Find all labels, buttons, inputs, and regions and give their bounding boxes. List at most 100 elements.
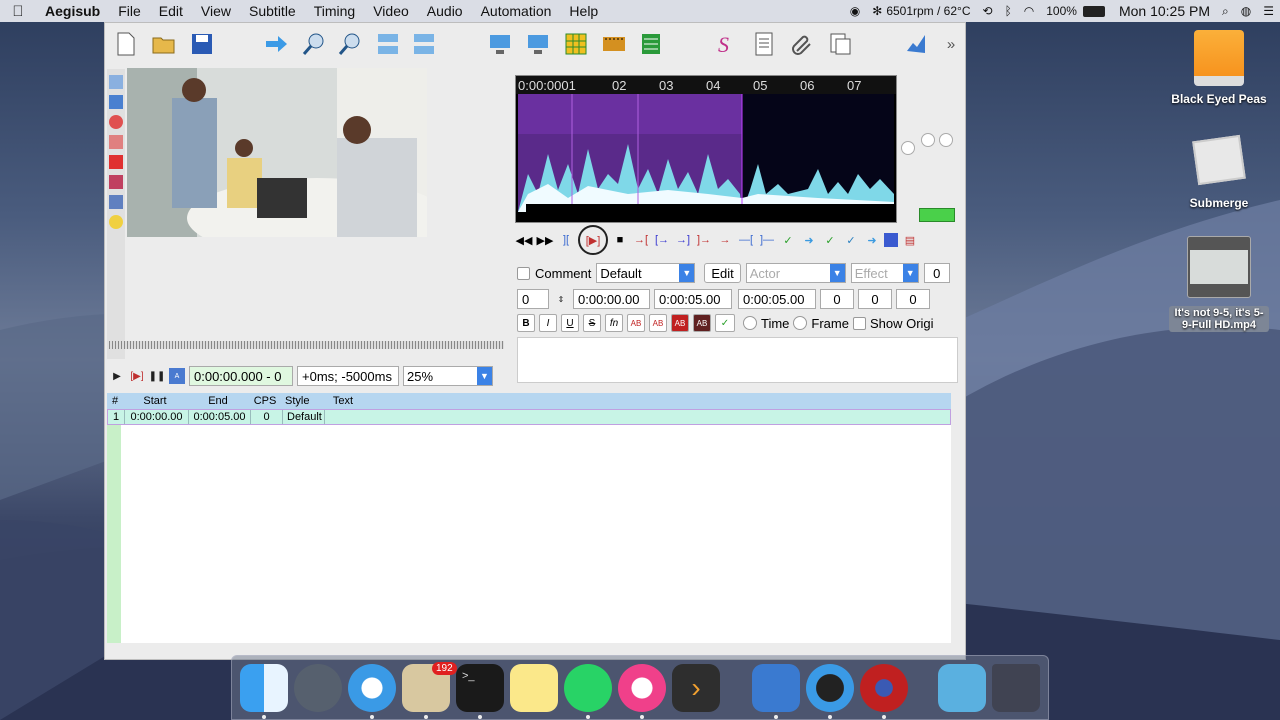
auto-next-icon[interactable]: ✓ — [842, 231, 860, 249]
actor-select[interactable]: Actor ▼ — [745, 263, 846, 283]
audio-link-toggle[interactable] — [919, 208, 955, 222]
toolbar-overflow-icon[interactable]: » — [941, 29, 961, 59]
battery-percent[interactable]: 100% — [1040, 4, 1083, 18]
siri-icon[interactable]: ◍ — [1235, 4, 1257, 18]
jump-to-icon[interactable] — [261, 29, 291, 59]
timing-icon[interactable] — [637, 29, 667, 59]
bold-button[interactable]: B — [517, 314, 535, 332]
menu-file[interactable]: File — [109, 3, 150, 19]
play-icon[interactable]: ▶ — [109, 368, 125, 384]
styles-manager-icon[interactable] — [485, 29, 515, 59]
styling-assistant-icon[interactable]: S — [711, 29, 741, 59]
zoom-out-icon[interactable] — [335, 29, 365, 59]
comment-checkbox[interactable] — [517, 266, 530, 280]
commit-check-icon[interactable]: ✓ — [715, 314, 735, 332]
desktop-drive-icon[interactable]: Black Eyed Peas — [1169, 30, 1269, 106]
subtitle-grid[interactable]: # Start End CPS Style Text 1 0:00:00.00 … — [107, 393, 951, 643]
col-style[interactable]: Style — [281, 393, 323, 409]
fan-status[interactable]: 6501rpm / 62°C — [880, 4, 976, 18]
clip-icon[interactable] — [109, 175, 123, 189]
spectrum-icon[interactable] — [884, 233, 898, 247]
video-time-field[interactable]: 0:00:00.000 - 0 — [189, 366, 293, 386]
menu-audio[interactable]: Audio — [418, 3, 472, 19]
karaoke-icon[interactable]: ▤ — [901, 231, 919, 249]
char-count-field[interactable]: 0 — [923, 263, 950, 283]
notification-center-icon[interactable]: ☰ — [1257, 4, 1280, 18]
margin-right-field[interactable]: 0 — [858, 289, 892, 309]
wifi-icon[interactable]: ◠ — [1018, 4, 1040, 18]
duration-field[interactable]: 0:00:05.00 — [738, 289, 816, 309]
rotate-z-icon[interactable] — [109, 115, 123, 129]
play-after-icon[interactable]: ]→ — [695, 231, 713, 249]
play-current-line-icon[interactable]: [▶] — [578, 225, 608, 255]
audio-zoom-knob[interactable] — [921, 133, 935, 147]
vector-clip-icon[interactable] — [109, 195, 123, 209]
edit-style-button[interactable]: Edit — [704, 263, 741, 283]
notes-icon[interactable] — [510, 664, 558, 712]
bluetooth-icon[interactable]: ᛒ — [999, 4, 1018, 18]
clock[interactable]: Mon 10:25 PM — [1113, 3, 1216, 19]
play-line-icon[interactable]: [▶] — [129, 368, 145, 384]
outline-color-button[interactable]: AB — [671, 314, 689, 332]
video-seek-slider[interactable] — [109, 341, 504, 349]
drag-tool-icon[interactable] — [109, 95, 123, 109]
grid-icon[interactable] — [561, 29, 591, 59]
automation-icon[interactable] — [901, 29, 931, 59]
zoom-select[interactable]: 25% ▼ — [403, 366, 493, 386]
show-original-checkbox[interactable] — [852, 316, 866, 330]
col-end[interactable]: End — [187, 393, 249, 409]
margin-left-field[interactable]: 0 — [820, 289, 854, 309]
film-icon[interactable] — [599, 29, 629, 59]
bulb-icon[interactable] — [109, 215, 123, 229]
itunes-icon[interactable] — [618, 664, 666, 712]
shadow-color-button[interactable]: AB — [693, 314, 711, 332]
trash-icon[interactable] — [992, 664, 1040, 712]
time-radio[interactable] — [743, 316, 757, 330]
col-text[interactable]: Text — [323, 393, 363, 409]
play-selection-icon[interactable]: ][ — [557, 231, 575, 249]
col-start[interactable]: Start — [123, 393, 187, 409]
audio-volume-knob[interactable] — [901, 141, 915, 155]
launchpad-icon[interactable] — [294, 664, 342, 712]
frame-radio[interactable] — [793, 316, 808, 330]
save-icon[interactable] — [187, 29, 217, 59]
scale-icon[interactable] — [109, 155, 123, 169]
desktop-video-file-icon[interactable]: It's not 9-5, it's 5-9-Full HD.mp4 — [1169, 236, 1269, 332]
play-before-icon[interactable]: →[ — [632, 231, 650, 249]
apple-menu-icon[interactable]:  — [0, 3, 36, 20]
fonts-collector-icon[interactable] — [825, 29, 855, 59]
spotlight-search-icon[interactable]: ⌕ — [1216, 4, 1235, 19]
play-begin-icon[interactable]: [→ — [653, 231, 671, 249]
safari-icon[interactable] — [348, 664, 396, 712]
downloads-folder-icon[interactable] — [938, 664, 986, 712]
time-machine-icon[interactable]: ⟲ — [977, 4, 999, 18]
jump-start-icon[interactable] — [373, 29, 403, 59]
autoscroll-icon[interactable]: A — [169, 368, 185, 384]
properties-icon[interactable] — [749, 29, 779, 59]
rotate-xy-icon[interactable] — [109, 135, 123, 149]
subtitle-text-editor[interactable] — [517, 337, 958, 383]
col-number[interactable]: # — [107, 393, 123, 409]
secondary-color-button[interactable]: AB — [649, 314, 667, 332]
menu-edit[interactable]: Edit — [150, 3, 192, 19]
record-icon[interactable]: ◉ — [844, 4, 866, 18]
menu-view[interactable]: View — [192, 3, 240, 19]
desktop-submerge-icon[interactable]: Submerge — [1169, 134, 1269, 210]
start-time-field[interactable]: 0:00:00.00 — [573, 289, 650, 309]
style-select[interactable]: Default ▼ — [596, 263, 696, 283]
intel-power-gadget-icon[interactable] — [752, 664, 800, 712]
open-folder-icon[interactable] — [149, 29, 179, 59]
new-file-icon[interactable] — [111, 29, 141, 59]
attachments-icon[interactable] — [523, 29, 553, 59]
menu-timing[interactable]: Timing — [305, 3, 365, 19]
quicktime-icon[interactable] — [806, 664, 854, 712]
commit-icon[interactable]: ✓ — [779, 231, 797, 249]
aegisub-icon[interactable] — [860, 664, 908, 712]
table-row[interactable]: 1 0:00:00.00 0:00:05.00 0 Default — [107, 409, 951, 425]
next-line-icon[interactable]: ▶▶ — [536, 231, 554, 249]
stop-audio-icon[interactable]: ■ — [611, 231, 629, 249]
audio-display[interactable]: 0:00:0001 02 03 04 05 06 07 — [515, 75, 897, 223]
menu-subtitle[interactable]: Subtitle — [240, 3, 305, 19]
terminal-icon[interactable]: >_ — [456, 664, 504, 712]
zoom-in-icon[interactable] — [299, 29, 329, 59]
